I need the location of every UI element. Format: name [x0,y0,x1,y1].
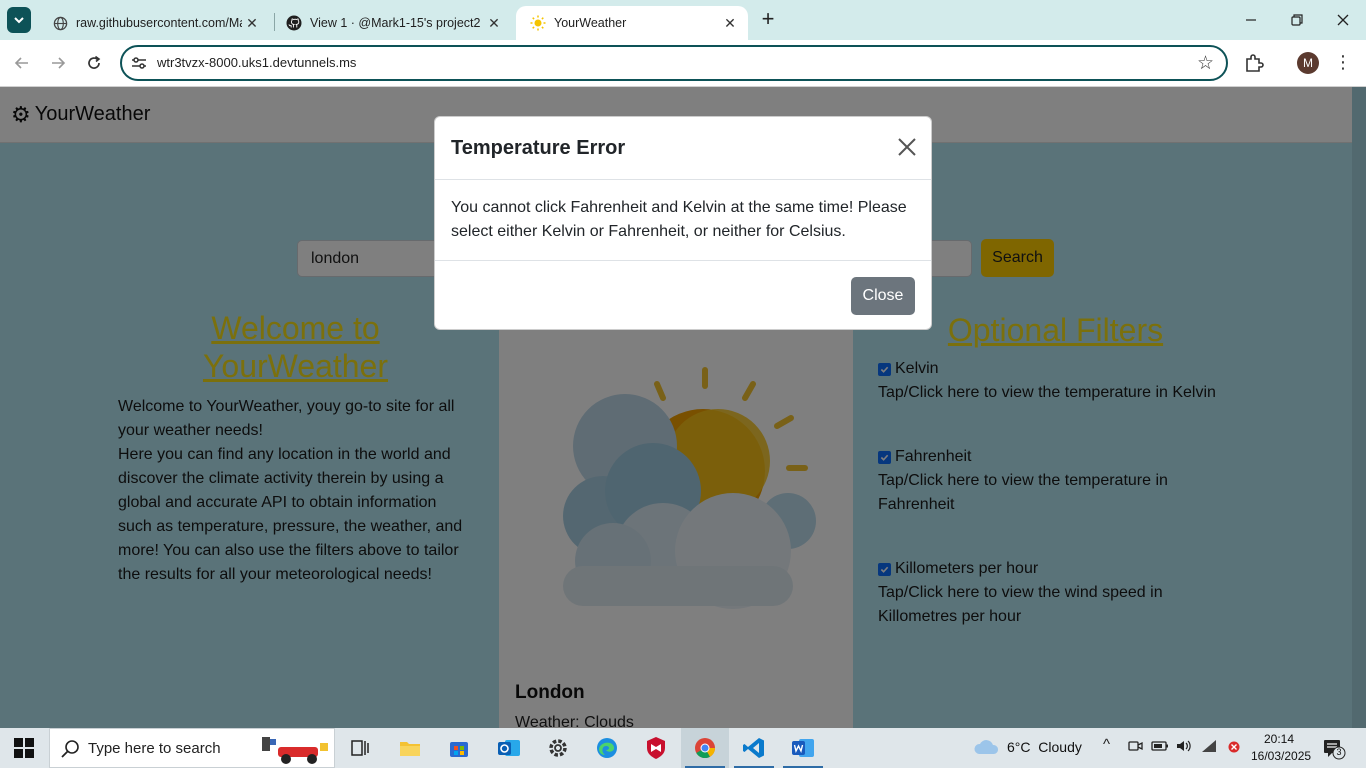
minimize-icon [1246,19,1256,21]
settings-button[interactable] [534,728,582,768]
store-icon [450,742,468,757]
taskbar-search-box[interactable]: Type here to search [49,728,335,768]
vscode-button[interactable] [730,728,778,768]
taskbar-clock[interactable]: 20:14 16/03/2025 [1251,731,1312,765]
tab-yourweather[interactable]: YourWeather ✕ [516,6,748,40]
modal-title: Temperature Error [451,137,626,159]
reload-icon [88,55,101,69]
chevron-up-icon[interactable]: ^ [1103,736,1110,753]
modal-footer: Close [435,260,931,331]
reload-button[interactable] [81,50,107,76]
close-window-button[interactable] [1320,0,1366,40]
volume-icon[interactable] [1175,738,1193,757]
forward-button[interactable] [45,50,71,76]
task-view-icon [351,740,369,756]
cloud-icon [974,740,999,754]
bookmark-star-icon[interactable]: ☆ [1197,52,1214,75]
address-bar[interactable]: wtr3tvzx-8000.uks1.devtunnels.ms ☆ [120,45,1228,81]
outlook-icon [498,740,520,756]
arrow-right-icon [52,57,66,69]
taskbar-search-placeholder: Type here to search [88,740,221,757]
edge-button[interactable] [583,728,631,768]
folder-icon [400,742,420,756]
vscode-icon [743,738,764,758]
modal-header: Temperature Error [435,117,931,180]
chrome-button[interactable] [681,728,729,768]
sun-icon [530,15,546,31]
github-icon [286,15,302,31]
word-icon [792,739,814,757]
windows-taskbar: Type here to search 6°C Cloudy ^ 20:14 1… [0,728,1366,768]
chevron-down-icon [14,17,24,24]
tab-search-button[interactable] [7,7,31,33]
clock-time: 20:14 [1263,732,1295,746]
search-icon [60,739,80,759]
mcafee-shield-icon [647,737,665,759]
url-text: wtr3tvzx-8000.uks1.devtunnels.ms [157,55,357,70]
weather-summary: 6°C Cloudy [1007,739,1082,755]
modal-close-icon[interactable] [896,136,918,158]
tab-strip: raw.githubusercontent.com/Ma ✕ View 1 · … [0,0,1366,40]
close-tab-icon[interactable]: ✕ [484,13,504,33]
restore-button[interactable] [1274,0,1320,40]
gear-icon [549,739,567,757]
close-tab-icon[interactable]: ✕ [720,13,740,33]
new-tab-button[interactable]: + [756,8,780,32]
windows-start-icon[interactable] [14,738,34,758]
wifi-icon[interactable] [1200,738,1218,757]
outlook-button[interactable] [485,728,533,768]
browser-menu-icon[interactable]: ⋮ [1334,51,1352,73]
taskbar-weather[interactable]: 6°C Cloudy [973,738,1082,756]
battery-icon[interactable] [1151,738,1169,757]
extensions-puzzle-icon[interactable] [1243,52,1265,74]
restore-icon [1291,14,1303,26]
error-status-icon[interactable] [1228,738,1240,756]
close-icon [1337,14,1349,26]
arrow-left-icon [14,57,28,69]
edge-icon [597,738,617,758]
task-view-button[interactable] [336,728,384,768]
clock-date: 16/03/2025 [1251,749,1312,763]
browser-toolbar: wtr3tvzx-8000.uks1.devtunnels.ms ☆ M ⋮ [0,40,1366,87]
tab-title: View 1 · @Mark1-15's project2 [310,16,481,30]
notification-icon[interactable]: 3 [1322,738,1346,760]
mcafee-button[interactable] [632,728,680,768]
file-explorer-button[interactable] [386,728,434,768]
temperature-error-modal: Temperature Error You cannot click Fahre… [434,116,932,330]
search-highlight-illustration [262,737,328,764]
tab-github-raw[interactable]: raw.githubusercontent.com/Ma ✕ [38,6,270,40]
modal-close-button[interactable]: Close [851,277,915,315]
back-button[interactable] [9,50,35,76]
meet-now-icon[interactable] [1127,738,1143,757]
tab-title: YourWeather [554,16,627,30]
ms-store-button[interactable] [435,728,483,768]
word-button[interactable] [779,728,827,768]
chrome-icon [695,738,716,759]
modal-body: You cannot click Fahrenheit and Kelvin a… [451,199,907,240]
page-viewport: ⚙ YourWeather london Search Welcome to Y… [0,87,1366,728]
close-tab-icon[interactable]: ✕ [242,13,262,33]
tab-github-project[interactable]: View 1 · @Mark1-15's project2 ✕ [272,6,512,40]
globe-icon [52,15,68,31]
tab-title: raw.githubusercontent.com/Ma [76,16,242,30]
notification-count: 3 [1336,747,1342,757]
site-settings-icon[interactable] [130,54,148,72]
profile-avatar[interactable]: M [1297,52,1319,74]
minimize-button[interactable] [1228,0,1274,40]
